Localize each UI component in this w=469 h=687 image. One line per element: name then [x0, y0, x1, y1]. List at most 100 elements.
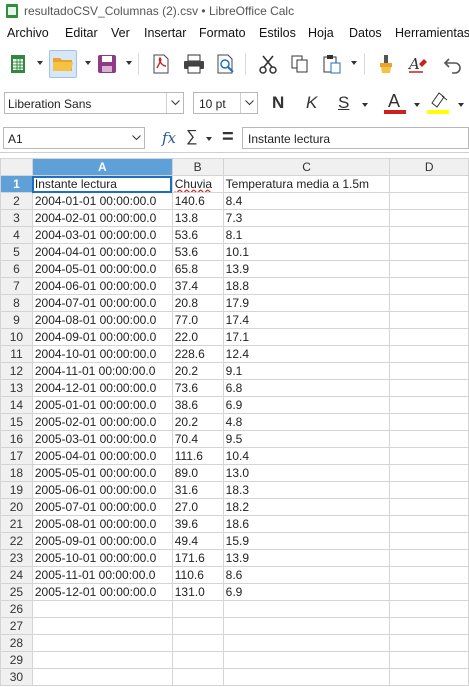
- sum-icon[interactable]: ∑: [186, 128, 197, 146]
- cell-c27[interactable]: [222, 617, 391, 635]
- cell-a27[interactable]: [31, 617, 173, 635]
- cell-c7[interactable]: 18.8: [222, 277, 391, 295]
- cell-a4[interactable]: 2004-03-01 00:00:00.0: [31, 226, 173, 244]
- cell-b5[interactable]: 53.6: [171, 243, 224, 261]
- clear-formatting-icon[interactable]: A: [405, 51, 431, 77]
- cell-b6[interactable]: 65.8: [171, 260, 224, 278]
- chevron-down-icon[interactable]: [128, 128, 144, 148]
- open-dropdown-arrow[interactable]: [85, 61, 91, 65]
- cell-d13[interactable]: [389, 379, 469, 397]
- cell-b18[interactable]: 89.0: [171, 464, 224, 482]
- cut-icon[interactable]: [255, 51, 281, 77]
- cell-d10[interactable]: [389, 328, 469, 346]
- underline-dropdown-arrow[interactable]: [362, 103, 368, 107]
- open-folder-icon[interactable]: [49, 50, 77, 78]
- row-header[interactable]: 12: [0, 362, 33, 380]
- row-header[interactable]: 13: [0, 379, 33, 397]
- cell-a23[interactable]: 2005-10-01 00:00:00.0: [31, 549, 173, 567]
- print-preview-icon[interactable]: [213, 51, 239, 77]
- row-header[interactable]: 28: [0, 634, 33, 652]
- cell-b30[interactable]: [171, 668, 224, 686]
- row-header[interactable]: 29: [0, 651, 33, 669]
- cell-b9[interactable]: 77.0: [171, 311, 224, 329]
- export-pdf-icon[interactable]: [148, 51, 174, 77]
- cell-d14[interactable]: [389, 396, 469, 414]
- cell-a12[interactable]: 2004-11-01 00:00:00.0: [31, 362, 173, 380]
- cell-c1[interactable]: Temperatura media a 1.5m: [222, 175, 391, 193]
- cell-b7[interactable]: 37.4: [171, 277, 224, 295]
- underline-button[interactable]: S: [338, 93, 349, 113]
- cell-c26[interactable]: [222, 600, 391, 618]
- highlight-dropdown-arrow[interactable]: [458, 103, 464, 107]
- cell-a6[interactable]: 2004-05-01 00:00:00.0: [31, 260, 173, 278]
- cell-a21[interactable]: 2005-08-01 00:00:00.0: [31, 515, 173, 533]
- cell-c21[interactable]: 18.6: [222, 515, 391, 533]
- font-color-button[interactable]: A: [384, 91, 406, 115]
- cell-a26[interactable]: [31, 600, 173, 618]
- save-dropdown-arrow[interactable]: [126, 61, 132, 65]
- row-header[interactable]: 26: [0, 600, 33, 618]
- spreadsheet-grid[interactable]: A B C D 1 Instante lectura Chuvia Temperatu…: [0, 158, 469, 686]
- new-dropdown-arrow[interactable]: [37, 61, 43, 65]
- row-header[interactable]: 7: [0, 277, 33, 295]
- cell-d2[interactable]: [389, 192, 469, 210]
- cell-a7[interactable]: 2004-06-01 00:00:00.0: [31, 277, 173, 295]
- cell-c12[interactable]: 9.1: [222, 362, 391, 380]
- cell-b23[interactable]: 171.6: [171, 549, 224, 567]
- font-color-dropdown-arrow[interactable]: [414, 103, 420, 107]
- cell-a1[interactable]: Instante lectura: [31, 175, 173, 193]
- row-header[interactable]: 8: [0, 294, 33, 312]
- cell-a13[interactable]: 2004-12-01 00:00:00.0: [31, 379, 173, 397]
- paste-icon[interactable]: [319, 51, 345, 77]
- column-header-a[interactable]: A: [31, 158, 173, 176]
- cell-d25[interactable]: [389, 583, 469, 601]
- cell-d21[interactable]: [389, 515, 469, 533]
- cell-b13[interactable]: 73.6: [171, 379, 224, 397]
- cell-d26[interactable]: [389, 600, 469, 618]
- cell-b28[interactable]: [171, 634, 224, 652]
- highlight-color-icon[interactable]: [427, 91, 449, 115]
- select-all-corner[interactable]: [0, 158, 33, 176]
- cell-c17[interactable]: 10.4: [222, 447, 391, 465]
- cell-a19[interactable]: 2005-06-01 00:00:00.0: [31, 481, 173, 499]
- cell-d16[interactable]: [389, 430, 469, 448]
- function-wizard-icon[interactable]: fx: [162, 129, 176, 147]
- row-header[interactable]: 2: [0, 192, 33, 210]
- menu-estilos[interactable]: Estilos: [259, 26, 296, 40]
- copy-icon[interactable]: [287, 51, 313, 77]
- column-header-b[interactable]: B: [171, 158, 224, 176]
- row-header[interactable]: 4: [0, 226, 33, 244]
- cell-c5[interactable]: 10.1: [222, 243, 391, 261]
- cell-c24[interactable]: 8.6: [222, 566, 391, 584]
- bold-button[interactable]: N: [272, 93, 284, 113]
- print-icon[interactable]: [181, 51, 207, 77]
- cell-c28[interactable]: [222, 634, 391, 652]
- cell-c2[interactable]: 8.4: [222, 192, 391, 210]
- formula-equals-icon[interactable]: =: [222, 126, 234, 149]
- cell-d11[interactable]: [389, 345, 469, 363]
- cell-a30[interactable]: [31, 668, 173, 686]
- cell-b1[interactable]: Chuvia: [171, 175, 224, 193]
- cell-a24[interactable]: 2005-11-01 00:00:00.0: [31, 566, 173, 584]
- row-header[interactable]: 24: [0, 566, 33, 584]
- cell-a29[interactable]: [31, 651, 173, 669]
- menu-editar[interactable]: Editar: [65, 26, 98, 40]
- cell-b12[interactable]: 20.2: [171, 362, 224, 380]
- row-header[interactable]: 20: [0, 498, 33, 516]
- cell-c15[interactable]: 4.8: [222, 413, 391, 431]
- row-header[interactable]: 22: [0, 532, 33, 550]
- cell-d23[interactable]: [389, 549, 469, 567]
- cell-a8[interactable]: 2004-07-01 00:00:00.0: [31, 294, 173, 312]
- row-header[interactable]: 17: [0, 447, 33, 465]
- cell-a14[interactable]: 2005-01-01 00:00:00.0: [31, 396, 173, 414]
- cell-c10[interactable]: 17.1: [222, 328, 391, 346]
- cell-c30[interactable]: [222, 668, 391, 686]
- cell-b10[interactable]: 22.0: [171, 328, 224, 346]
- cell-a10[interactable]: 2004-09-01 00:00:00.0: [31, 328, 173, 346]
- cell-b4[interactable]: 53.6: [171, 226, 224, 244]
- cell-b19[interactable]: 31.6: [171, 481, 224, 499]
- menu-herramientas[interactable]: Herramientas: [395, 26, 469, 40]
- cell-c29[interactable]: [222, 651, 391, 669]
- cell-a22[interactable]: 2005-09-01 00:00:00.0: [31, 532, 173, 550]
- row-header[interactable]: 5: [0, 243, 33, 261]
